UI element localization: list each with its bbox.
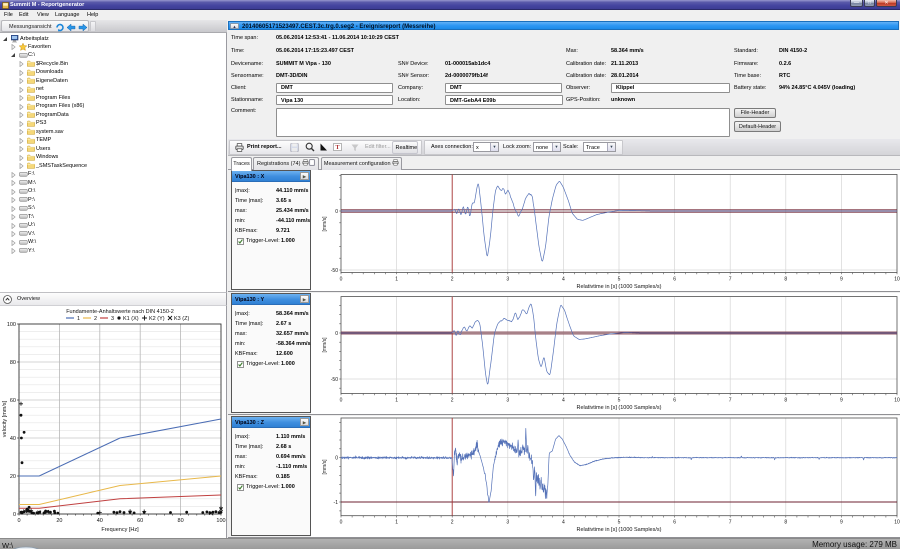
svg-text:9: 9 [840, 398, 843, 404]
svg-text:0: 0 [17, 518, 20, 524]
svg-text:4: 4 [562, 277, 565, 283]
svg-text:Fundamente-Anhaltswerte nach D: Fundamente-Anhaltswerte nach DIN 4150-2 [66, 309, 174, 315]
svg-text:9: 9 [840, 520, 843, 526]
svg-text:5: 5 [618, 520, 621, 526]
svg-text:Relativtime in [s] (1000 Sampl: Relativtime in [s] (1000 Samples/s) [577, 284, 662, 290]
svg-text:100: 100 [216, 518, 225, 524]
svg-text:1: 1 [395, 398, 398, 404]
svg-text:1: 1 [77, 316, 80, 322]
svg-text:1: 1 [395, 277, 398, 283]
svg-text:[mm/s]: [mm/s] [322, 216, 328, 232]
svg-text:[mm/s]: [mm/s] [322, 459, 328, 475]
svg-text:3: 3 [506, 520, 509, 526]
svg-text:[mm/s]: [mm/s] [322, 337, 328, 353]
svg-text:2: 2 [451, 277, 454, 283]
svg-text:velocity [mm/s]: velocity [mm/s] [2, 400, 8, 437]
svg-text:6: 6 [673, 277, 676, 283]
svg-text:2: 2 [451, 398, 454, 404]
svg-text:10: 10 [894, 520, 900, 526]
svg-text:Frequency [Hz]: Frequency [Hz] [101, 527, 139, 533]
svg-text:7: 7 [729, 520, 732, 526]
svg-text:9: 9 [840, 277, 843, 283]
svg-text:40: 40 [10, 436, 16, 442]
svg-text:60: 60 [10, 398, 16, 404]
svg-text:7: 7 [729, 277, 732, 283]
svg-text:7: 7 [729, 398, 732, 404]
svg-text:Relativtime in [s] (1000 Sampl: Relativtime in [s] (1000 Samples/s) [577, 405, 662, 411]
svg-text:0: 0 [340, 398, 343, 404]
svg-text:0: 0 [13, 512, 16, 518]
svg-text:4: 4 [562, 520, 565, 526]
svg-text:2: 2 [94, 316, 97, 322]
svg-text:1: 1 [395, 520, 398, 526]
svg-text:80: 80 [178, 518, 184, 524]
svg-text:100: 100 [7, 322, 16, 328]
svg-text:-50: -50 [331, 268, 338, 274]
svg-text:0: 0 [335, 456, 338, 462]
svg-text:6: 6 [673, 520, 676, 526]
svg-text:80: 80 [10, 360, 16, 366]
svg-text:4: 4 [562, 398, 565, 404]
svg-text:0: 0 [335, 209, 338, 215]
svg-text:20: 20 [10, 474, 16, 480]
svg-text:8: 8 [784, 398, 787, 404]
svg-text:6: 6 [673, 398, 676, 404]
svg-text:20: 20 [56, 518, 62, 524]
svg-text:Relativtime in [s] (1000 Sampl: Relativtime in [s] (1000 Samples/s) [577, 527, 662, 533]
svg-text:3: 3 [111, 316, 114, 322]
svg-text:2: 2 [451, 520, 454, 526]
svg-text:40: 40 [97, 518, 103, 524]
svg-text:-1: -1 [334, 500, 339, 506]
svg-text:8: 8 [784, 277, 787, 283]
svg-text:0: 0 [340, 520, 343, 526]
svg-text:8: 8 [784, 520, 787, 526]
svg-text:60: 60 [137, 518, 143, 524]
svg-text:K2 (Y): K2 (Y) [149, 316, 165, 322]
svg-text:K3 (Z): K3 (Z) [174, 316, 189, 322]
svg-text:10: 10 [894, 277, 900, 283]
svg-text:-50: -50 [331, 377, 338, 383]
svg-text:3: 3 [506, 398, 509, 404]
svg-text:0: 0 [340, 277, 343, 283]
svg-text:5: 5 [618, 398, 621, 404]
svg-text:5: 5 [618, 277, 621, 283]
svg-text:10: 10 [894, 398, 900, 404]
svg-text:3: 3 [506, 277, 509, 283]
svg-text:T: T [335, 145, 339, 151]
svg-text:0: 0 [335, 331, 338, 337]
svg-text:K1 (X): K1 (X) [123, 316, 139, 322]
